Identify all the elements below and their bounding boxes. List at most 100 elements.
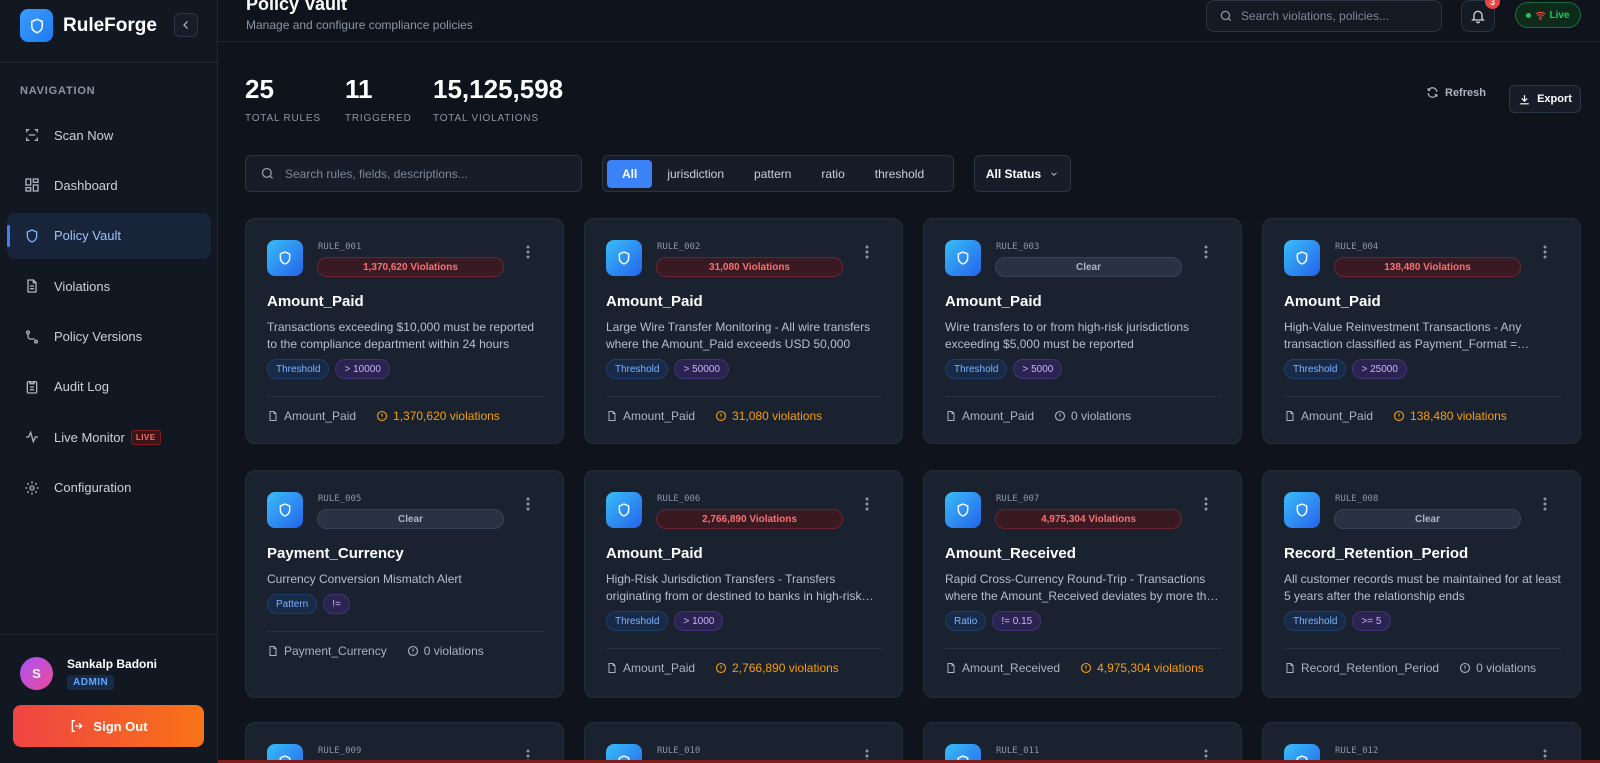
rule-card[interactable]: RULE_009: [245, 722, 564, 763]
rule-field-label: Payment_Currency: [284, 644, 387, 658]
rule-title: Amount_Paid: [267, 293, 364, 310]
more-options-icon[interactable]: [526, 497, 530, 511]
search-icon: [260, 166, 275, 181]
sidebar-item-label: Policy Vault: [54, 228, 121, 244]
notifications-button[interactable]: 3: [1461, 0, 1500, 32]
more-options-icon[interactable]: [865, 497, 869, 511]
sidebar-item-policy-versions[interactable]: Policy Versions: [7, 314, 211, 360]
document-icon: [945, 662, 957, 674]
sidebar-divider: [0, 634, 217, 635]
avatar: S: [20, 657, 53, 690]
rule-card[interactable]: RULE_011: [923, 722, 1242, 763]
violation-count: 138,480 violations: [1393, 409, 1507, 423]
global-search-input[interactable]: Search violations, policies...: [1206, 0, 1442, 32]
rule-type-tag: Threshold: [606, 359, 669, 379]
stat-label: TOTAL VIOLATIONS: [433, 113, 539, 124]
rule-field-label: Record_Retention_Period: [1301, 661, 1440, 675]
app-name: RuleForge: [63, 14, 157, 36]
violation-count-label: 0 violations: [1071, 409, 1132, 423]
rule-card[interactable]: RULE_005 Clear Payment_Currency Currency Co…: [245, 470, 564, 698]
more-options-icon[interactable]: [1543, 245, 1547, 259]
sidebar-item-scan-now[interactable]: Scan Now: [7, 112, 211, 158]
tab-threshold[interactable]: threshold: [860, 160, 939, 188]
rule-title: Amount_Paid: [1284, 293, 1381, 310]
rule-card[interactable]: RULE_001 1,370,620 Violations Amount_Paid T…: [245, 218, 564, 444]
user-profile[interactable]: S Sankalp Badoni ADMIN: [20, 657, 157, 690]
dashboard-icon: [24, 177, 40, 193]
status-badge: 4,975,304 Violations: [995, 509, 1182, 529]
rule-type-tag: Threshold: [606, 611, 669, 631]
rule-type-tag: Pattern: [267, 594, 318, 614]
rule-card[interactable]: RULE_007 4,975,304 Violations Amount_Recei…: [923, 470, 1242, 698]
rule-field: Payment_Currency: [267, 644, 387, 658]
card-divider: [1284, 648, 1561, 649]
shield-icon: [945, 492, 981, 528]
status-badge: Clear: [995, 257, 1182, 277]
rule-type-tag: Threshold: [267, 359, 330, 379]
rule-tags: Threshold > 10000: [267, 359, 396, 379]
rule-footer: Amount_Paid 0 violations: [945, 409, 1131, 423]
rule-card[interactable]: RULE_002 31,080 Violations Amount_Paid Larg…: [584, 218, 903, 444]
rule-field: Amount_Received: [945, 661, 1060, 675]
rule-card[interactable]: RULE_010: [584, 722, 903, 763]
sidebar-item-live-monitor[interactable]: Live Monitor LIVE: [7, 414, 211, 460]
tab-all[interactable]: All: [607, 159, 653, 188]
rule-type-tag: Threshold: [945, 359, 1008, 379]
sidebar-item-violations[interactable]: Violations: [7, 263, 211, 309]
violation-count-label: 0 violations: [423, 644, 484, 658]
more-options-icon[interactable]: [526, 245, 530, 259]
rule-tags: Threshold > 50000: [606, 359, 735, 379]
rule-tags: Threshold > 25000: [1284, 359, 1413, 379]
sign-out-button[interactable]: Sign Out: [13, 705, 204, 747]
logout-icon: [69, 718, 85, 734]
rule-card[interactable]: RULE_006 2,766,890 Violations Amount_Paid H…: [584, 470, 903, 698]
stat-total-violations: 15,125,598 TOTAL VIOLATIONS: [433, 74, 563, 124]
more-options-icon[interactable]: [865, 245, 869, 259]
collapse-sidebar-button[interactable]: [174, 13, 198, 37]
rule-field-label: Amount_Paid: [623, 409, 696, 423]
rule-condition-tag: > 25000: [1352, 359, 1407, 379]
rule-card[interactable]: RULE_003 Clear Amount_Paid Wire transfers t…: [923, 218, 1242, 444]
gear-icon: [24, 480, 40, 496]
sidebar-item-audit-log[interactable]: Audit Log: [7, 364, 211, 410]
rule-field-label: Amount_Paid: [284, 409, 357, 423]
rule-search-input[interactable]: Search rules, fields, descriptions...: [245, 155, 582, 192]
rule-field: Record_Retention_Period: [1284, 661, 1439, 675]
refresh-button[interactable]: Refresh: [1426, 86, 1486, 99]
shield-icon: [945, 240, 981, 276]
sidebar-item-dashboard[interactable]: Dashboard: [7, 162, 211, 208]
chevron-down-icon: [1049, 169, 1059, 179]
export-button[interactable]: Export: [1509, 85, 1581, 113]
shield-icon: [1284, 240, 1320, 276]
rule-card[interactable]: RULE_012: [1262, 722, 1581, 763]
rule-footer: Amount_Received 4,975,304 violations: [945, 661, 1204, 675]
status-badge: 138,480 Violations: [1334, 257, 1521, 277]
rule-id: RULE_001: [318, 242, 362, 252]
more-options-icon[interactable]: [1204, 497, 1208, 511]
rule-type-tag: Threshold: [1284, 611, 1347, 631]
rule-id: RULE_009: [318, 746, 362, 756]
tab-pattern[interactable]: pattern: [739, 160, 806, 188]
tab-jurisdiction[interactable]: jurisdiction: [652, 160, 739, 188]
document-icon: [1284, 410, 1296, 422]
live-status-indicator[interactable]: Live: [1515, 2, 1581, 28]
rule-id: RULE_005: [318, 494, 362, 504]
violation-count: 31,080 violations: [715, 409, 822, 423]
alert-circle-icon: [1393, 410, 1405, 422]
rule-card[interactable]: RULE_008 Clear Record_Retention_Period All …: [1262, 470, 1581, 698]
rule-field-label: Amount_Paid: [1301, 409, 1374, 423]
sidebar-divider: [0, 62, 217, 63]
status-filter-select[interactable]: All Status: [974, 155, 1071, 192]
sidebar-item-label: Live Monitor: [54, 429, 125, 445]
filter-tabs: All jurisdiction pattern ratio threshold: [602, 155, 954, 192]
violation-count-label: 2,766,890 violations: [732, 661, 839, 675]
brand[interactable]: RuleForge: [20, 9, 157, 42]
page-title: Policy Vault: [246, 0, 348, 14]
more-options-icon[interactable]: [1204, 245, 1208, 259]
more-options-icon[interactable]: [1543, 497, 1547, 511]
rule-card[interactable]: RULE_004 138,480 Violations Amount_Paid Hig…: [1262, 218, 1581, 444]
tab-ratio[interactable]: ratio: [806, 160, 859, 188]
sidebar-item-policy-vault[interactable]: Policy Vault: [7, 212, 211, 259]
sidebar-item-configuration[interactable]: Configuration: [7, 465, 211, 511]
rule-condition-tag: > 10000: [335, 359, 390, 379]
